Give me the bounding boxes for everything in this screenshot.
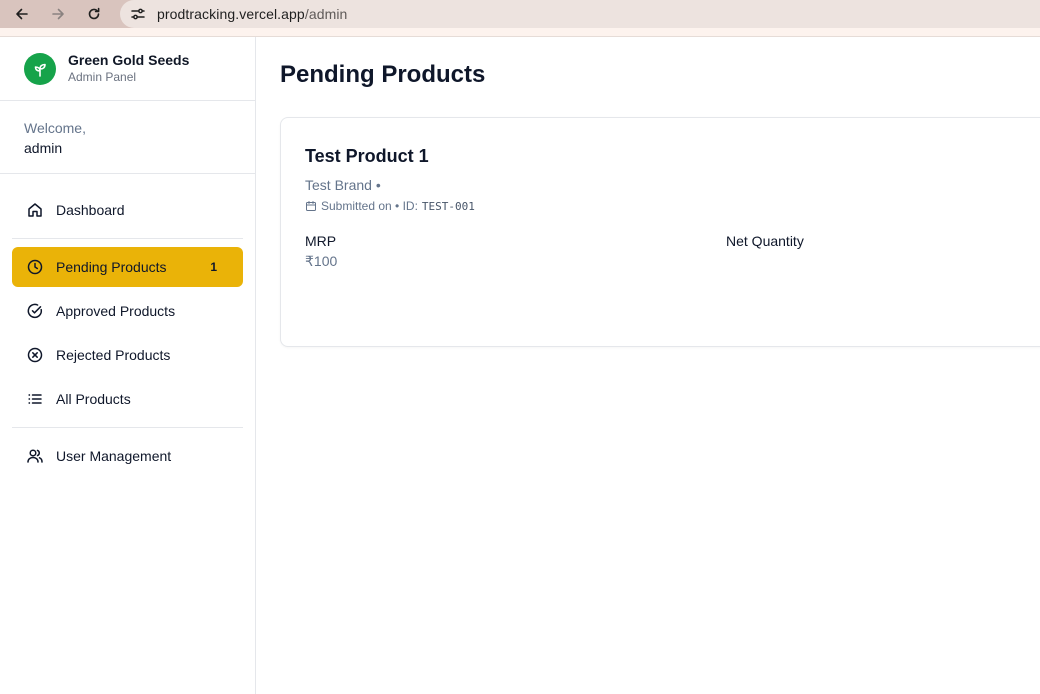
welcome-section: Welcome, admin	[0, 101, 255, 174]
reload-icon	[88, 7, 100, 20]
check-circle-icon	[27, 303, 43, 319]
sidebar-item-approved-products[interactable]: Approved Products	[12, 291, 243, 331]
welcome-username: admin	[24, 140, 63, 156]
nav-divider	[12, 427, 243, 428]
sidebar: Green Gold Seeds Admin Panel Welcome, ad…	[0, 37, 256, 694]
sidebar-item-pending-products[interactable]: Pending Products 1	[12, 247, 243, 287]
brand-header: Green Gold Seeds Admin Panel	[0, 37, 255, 101]
mrp-value: ₹100	[305, 253, 338, 269]
x-circle-icon	[27, 347, 43, 363]
sidebar-item-user-management[interactable]: User Management	[12, 436, 243, 476]
address-bar[interactable]: prodtracking.vercel.app/admin	[120, 0, 1040, 28]
sidebar-item-label: Approved Products	[56, 303, 176, 319]
browser-toolbar: prodtracking.vercel.app/admin	[0, 0, 1040, 28]
arrow-right-icon	[52, 8, 64, 20]
site-info-icon[interactable]	[124, 0, 152, 28]
product-card[interactable]: Test Product 1 Test Brand • Submitted on…	[280, 117, 1040, 347]
sidebar-item-label: User Management	[56, 448, 172, 464]
nav-divider	[12, 238, 243, 239]
product-id: TEST-001	[421, 199, 475, 213]
clock-icon	[27, 259, 43, 275]
sidebar-item-label: Dashboard	[56, 202, 125, 218]
welcome-label: Welcome,	[24, 120, 86, 136]
sidebar-item-label: All Products	[56, 391, 131, 407]
home-icon	[28, 203, 42, 217]
users-icon	[27, 449, 43, 463]
sidebar-item-all-products[interactable]: All Products	[12, 379, 243, 419]
sidebar-item-label: Pending Products	[56, 259, 167, 275]
sidebar-item-dashboard[interactable]: Dashboard	[12, 190, 243, 230]
product-name: Test Product 1	[305, 146, 429, 166]
toolbar-divider	[0, 28, 1040, 37]
product-meta: Submitted on • ID: TEST-001	[305, 199, 475, 213]
list-icon	[28, 394, 42, 404]
reload-button[interactable]	[82, 2, 106, 26]
sidebar-item-rejected-products[interactable]: Rejected Products	[12, 335, 243, 375]
sidebar-item-label: Rejected Products	[56, 347, 171, 363]
product-brand: Test Brand •	[305, 177, 381, 193]
mrp-label: MRP	[305, 233, 337, 249]
forward-button[interactable]	[46, 2, 70, 26]
brand-subtitle: Admin Panel	[68, 70, 137, 84]
submitted-label: Submitted on • ID:	[321, 199, 418, 213]
page-title: Pending Products	[280, 61, 486, 88]
url-text: prodtracking.vercel.app/admin	[157, 6, 348, 22]
brand-name: Green Gold Seeds	[68, 52, 190, 68]
arrow-left-icon	[16, 8, 28, 20]
calendar-icon	[306, 201, 316, 211]
net-quantity-label: Net Quantity	[726, 233, 804, 249]
back-button[interactable]	[10, 2, 34, 26]
sprout-icon	[24, 52, 56, 85]
pending-count-badge: 1	[210, 260, 217, 274]
